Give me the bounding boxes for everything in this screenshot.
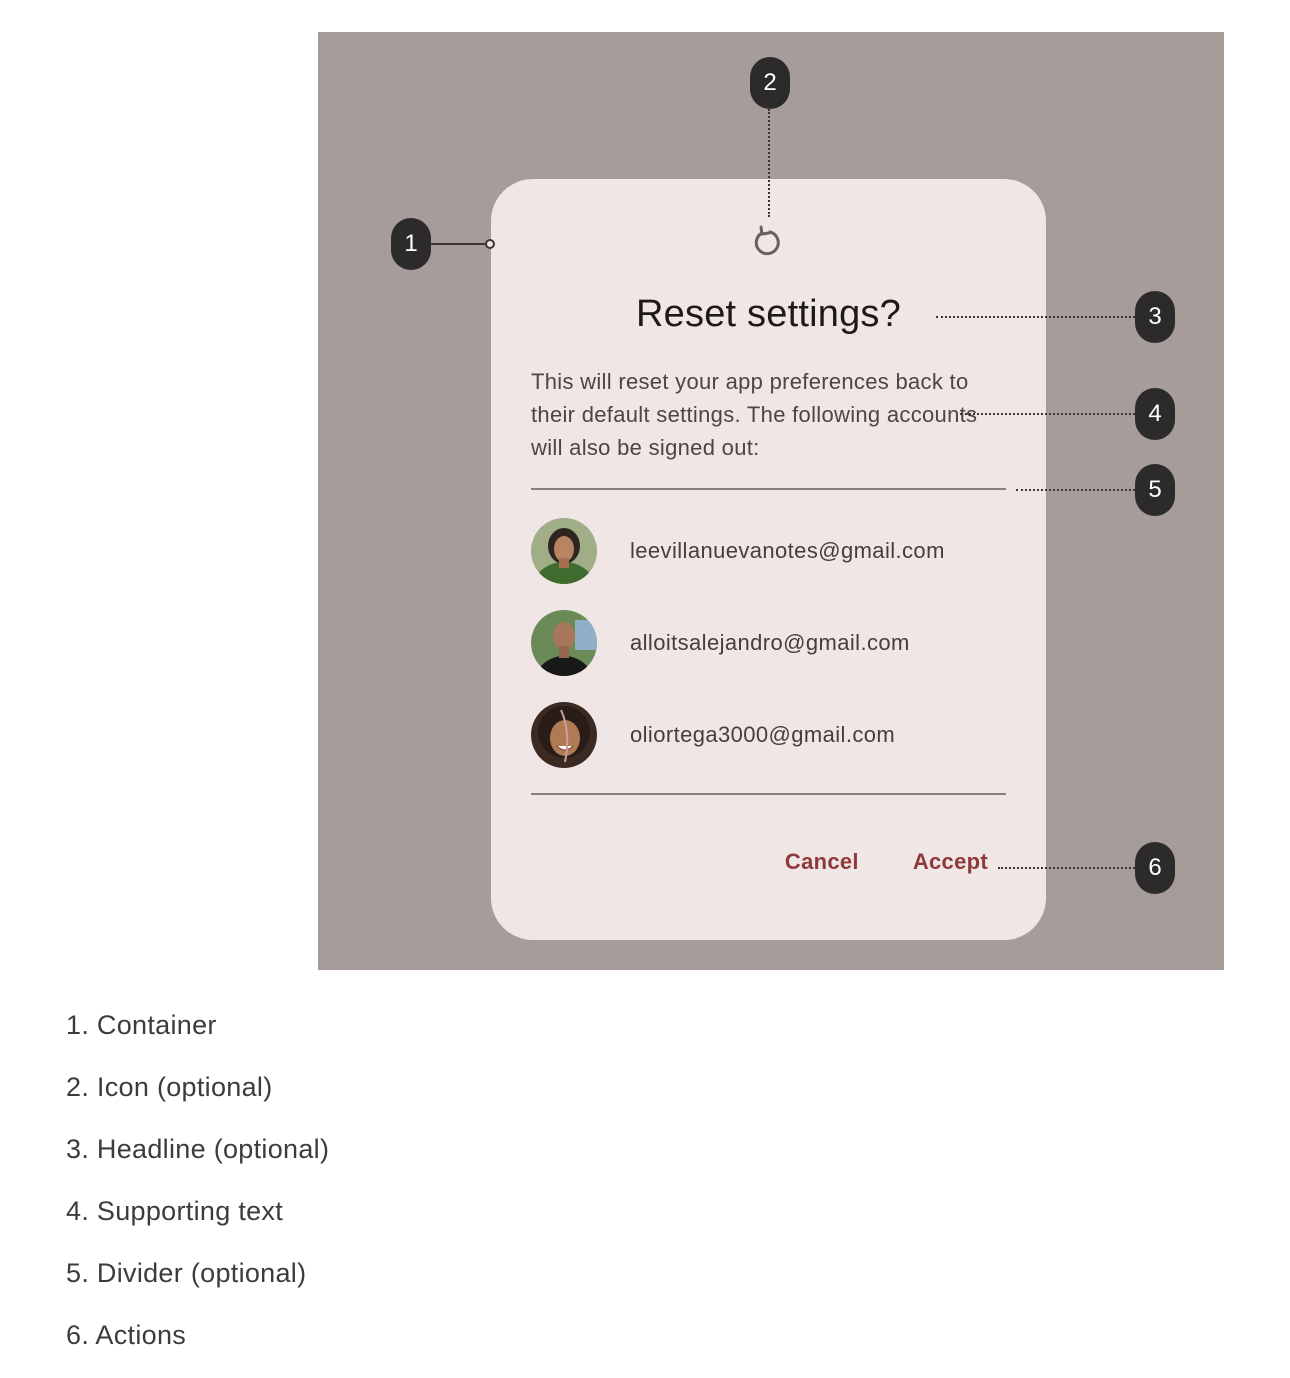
account-email: alloitsalejandro@gmail.com	[630, 630, 910, 655]
legend-item: 6. Actions	[66, 1320, 187, 1350]
callout-badge: 6	[1135, 842, 1175, 894]
cancel-button[interactable]: Cancel	[785, 849, 859, 875]
callout-leader	[960, 413, 1135, 415]
callout-leader	[936, 316, 1135, 318]
callout-leader	[998, 867, 1135, 869]
dialog-headline: Reset settings?	[636, 293, 901, 335]
callout-badge: 4	[1135, 388, 1175, 440]
legend-item: 5. Divider (optional)	[66, 1258, 307, 1288]
callout-badge: 2	[750, 57, 790, 109]
account-email: leevillanuevanotes@gmail.com	[630, 538, 945, 563]
supporting-text: This will reset your app preferences bac…	[531, 369, 978, 460]
callout-badge: 3	[1135, 291, 1175, 343]
avatar-photo	[531, 610, 597, 676]
callout-anchor	[485, 239, 495, 249]
dialog-container: Reset settings? This will reset your app…	[491, 179, 1046, 940]
account-email: oliortega3000@gmail.com	[630, 722, 896, 747]
legend-item: 4. Supporting text	[66, 1196, 284, 1226]
reset-icon	[754, 225, 780, 256]
avatar-photo	[531, 702, 597, 768]
legend-item: 1. Container	[66, 1010, 217, 1040]
legend-item: 2. Icon (optional)	[66, 1072, 273, 1102]
account-item: leevillanuevanotes@gmail.com	[531, 518, 1011, 584]
callout-leader	[430, 243, 486, 245]
anatomy-figure: Reset settings? This will reset your app…	[318, 32, 1224, 970]
callout-leader	[768, 109, 770, 217]
callout-leader	[1016, 489, 1135, 491]
callout-badge: 1	[391, 218, 431, 270]
account-item: oliortega3000@gmail.com	[531, 702, 1011, 768]
divider-top	[531, 488, 1006, 490]
divider-bottom	[531, 793, 1006, 795]
legend-item: 3. Headline (optional)	[66, 1134, 330, 1164]
account-item: alloitsalejandro@gmail.com	[531, 610, 1011, 676]
dialog-actions: Cancel Accept	[785, 849, 988, 875]
accept-button[interactable]: Accept	[913, 849, 988, 875]
anatomy-legend: 1. Container 2. Icon (optional) 3. Headl…	[66, 1002, 329, 1374]
callout-badge: 5	[1135, 464, 1175, 516]
avatar-photo	[531, 518, 597, 584]
